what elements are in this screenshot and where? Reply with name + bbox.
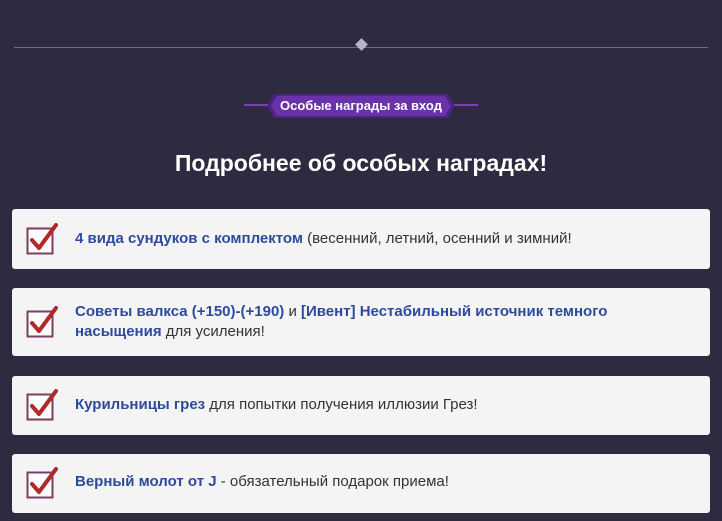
diamond-ornament-icon <box>355 38 368 51</box>
reward-highlight: Верный молот от J <box>75 473 217 490</box>
reward-description: для усиления! <box>161 323 265 340</box>
reward-text: 4 вида сундуков с комплектом (весенний, … <box>75 229 690 249</box>
reward-text: Верный молот от J - обязательный подарок… <box>75 472 690 492</box>
checkmark-icon <box>26 467 58 499</box>
reward-description: для попытки получения иллюзии Грез! <box>205 396 478 413</box>
reward-card: Советы валкса (+150)-(+190) и [Ивент] Не… <box>12 288 710 356</box>
reward-highlight: 4 вида сундуков с комплектом <box>75 230 303 247</box>
reward-text: Советы валкса (+150)-(+190) и [Ивент] Не… <box>75 302 690 342</box>
page-heading: Подробнее об особых наградах! <box>174 150 548 176</box>
reward-card: Верный молот от J - обязательный подарок… <box>12 454 710 513</box>
checkmark-icon <box>26 389 58 421</box>
checkmark-icon <box>26 306 58 338</box>
reward-connector: и <box>284 303 301 320</box>
reward-description: (весенний, летний, осенний и зимний! <box>302 230 572 247</box>
section-badge: Особые награды за вход <box>266 93 456 119</box>
reward-description: - обязательный подарок приема! <box>216 473 449 490</box>
reward-highlight: Советы валкса (+150)-(+190) <box>75 303 285 320</box>
reward-card: 4 вида сундуков с комплектом (весенний, … <box>12 209 710 269</box>
reward-text: Курильницы грез для попытки получения ил… <box>75 395 690 415</box>
badge-label: Особые награды за вход <box>280 98 442 113</box>
reward-highlight: Курильницы грез <box>75 396 206 413</box>
reward-card: Курильницы грез для попытки получения ил… <box>12 376 710 435</box>
checkmark-icon <box>26 223 58 255</box>
